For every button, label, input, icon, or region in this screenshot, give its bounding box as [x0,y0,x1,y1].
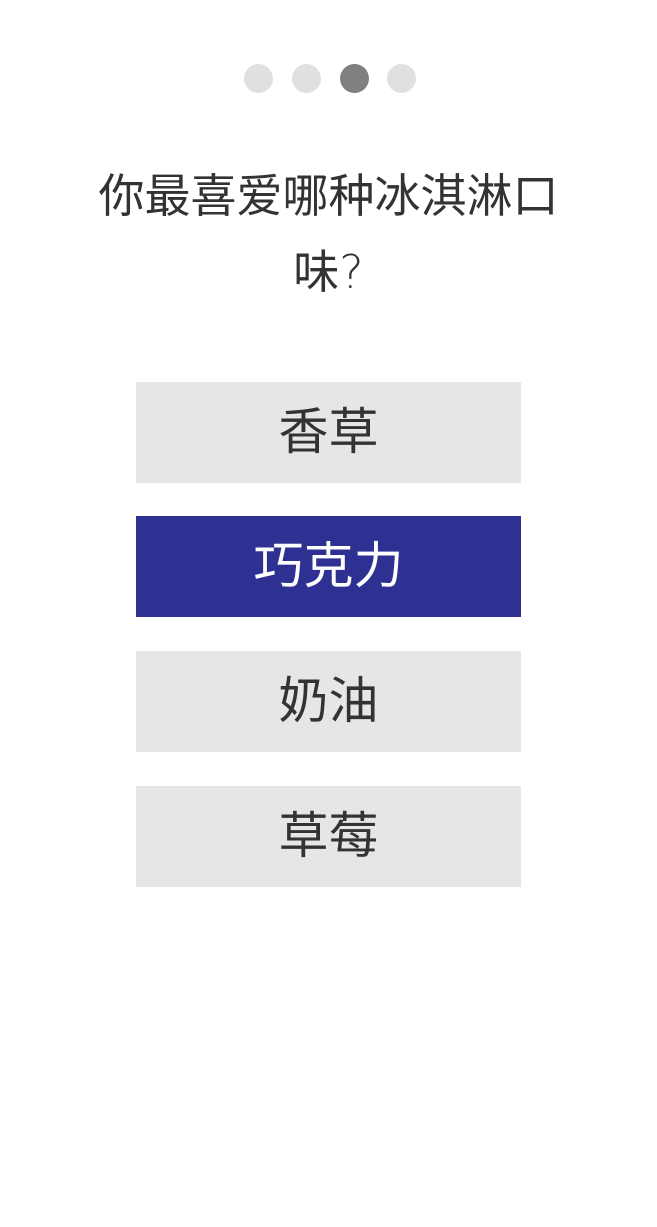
page-indicator [0,64,657,94]
option-button-vanilla[interactable]: 香草 [136,382,521,483]
page-dot-4[interactable] [387,64,416,93]
option-button-chocolate[interactable]: 巧克力 [136,516,521,617]
question-title: 你最喜爱哪种冰淇淋口味? [98,169,559,299]
page-dot-1[interactable] [244,64,273,93]
page-dot-2[interactable] [292,64,321,93]
option-button-strawberry[interactable]: 草莓 [136,786,521,887]
option-button-cream[interactable]: 奶油 [136,651,521,752]
page-dot-3-active[interactable] [340,64,369,93]
